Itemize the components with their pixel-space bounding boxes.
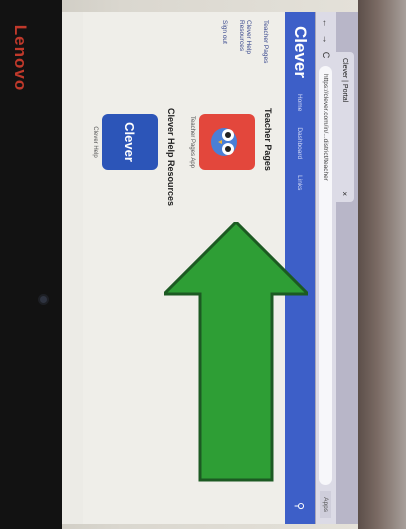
sidebar-item-help[interactable]: Clever Help Resources bbox=[238, 20, 252, 86]
nav-dashboard[interactable]: Dashboard bbox=[297, 127, 304, 159]
apps-button[interactable]: Apps bbox=[320, 491, 332, 518]
browser-toolbar: ← → C https://clever.com/in/...district/… bbox=[315, 12, 336, 524]
teacher-pages-app[interactable]: Teacher Pages App bbox=[188, 108, 255, 176]
clever-logo[interactable]: Clever bbox=[290, 26, 310, 78]
teacher-app-caption: Teacher Pages App bbox=[189, 115, 195, 169]
webcam bbox=[40, 296, 47, 303]
back-button[interactable]: ← bbox=[321, 18, 331, 28]
nav-links[interactable]: Links bbox=[297, 175, 304, 190]
owl-app-icon[interactable] bbox=[199, 114, 255, 170]
tab-title: Clever | Portal bbox=[341, 58, 349, 103]
tab-bar: Clever | Portal × bbox=[336, 12, 358, 524]
clever-app-label: Clever bbox=[122, 122, 138, 162]
address-bar[interactable]: https://clever.com/in/...district/teache… bbox=[319, 66, 333, 486]
help-app-caption: Clever Help bbox=[92, 126, 98, 158]
brand-logo: Lenovo bbox=[11, 24, 30, 92]
up-arrow-icon bbox=[164, 222, 308, 482]
sidebar: Teacher Pages Clever Help Resources Sign… bbox=[83, 12, 285, 94]
clever-app-icon[interactable]: Clever bbox=[102, 114, 158, 170]
laptop-bezel-left: Lenovo bbox=[0, 0, 62, 529]
sidebar-item-teacher-pages[interactable]: Teacher Pages bbox=[262, 20, 269, 86]
forward-button[interactable]: → bbox=[321, 34, 331, 44]
sidebar-item-sign-out[interactable]: Sign out bbox=[221, 20, 228, 86]
owl-icon bbox=[211, 128, 237, 156]
nav-home[interactable]: Home bbox=[297, 94, 304, 111]
close-icon[interactable]: × bbox=[341, 191, 350, 196]
search-icon[interactable]: ⚲ bbox=[294, 502, 307, 510]
background-right bbox=[358, 0, 406, 529]
clever-help-app[interactable]: Clever Clever Help bbox=[91, 108, 158, 176]
browser-tab[interactable]: Clever | Portal × bbox=[336, 52, 354, 202]
reload-button[interactable]: C bbox=[321, 50, 331, 60]
